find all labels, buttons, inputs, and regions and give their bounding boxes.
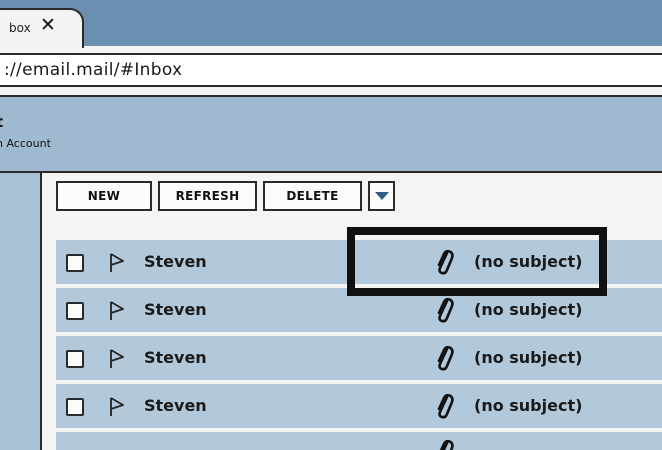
address-bar[interactable]: ://email.mail/#Inbox [0, 53, 662, 87]
attachment-icon [437, 393, 454, 419]
folder-sidebar [0, 173, 42, 450]
email-subject: (no subject) [474, 348, 583, 367]
email-sender: Steven [144, 300, 207, 319]
email-row[interactable] [56, 432, 662, 450]
email-checkbox[interactable] [66, 350, 84, 368]
browser-tab[interactable]: box ✕ [0, 8, 84, 48]
close-tab-icon[interactable]: ✕ [40, 16, 56, 35]
url-text: ://email.mail/#Inbox [4, 60, 183, 80]
highlight-annotation [347, 227, 607, 296]
attachment-icon [439, 439, 454, 450]
flag-icon[interactable] [106, 348, 128, 370]
email-sender: Steven [144, 252, 207, 271]
account-label: h Account [0, 137, 51, 150]
app-header: t h Account [0, 95, 662, 173]
app-title: t [0, 113, 3, 131]
flag-icon[interactable] [106, 252, 128, 274]
attachment-icon [437, 297, 454, 323]
email-sender: Steven [144, 348, 207, 367]
email-checkbox[interactable] [66, 398, 84, 416]
tab-label: box [9, 21, 31, 35]
flag-icon[interactable] [106, 396, 128, 418]
chevron-down-icon [375, 192, 389, 200]
email-client-window: box ✕ ://email.mail/#Inbox t h Account N… [0, 0, 662, 450]
email-checkbox[interactable] [66, 302, 84, 320]
email-row[interactable]: Steven (no subject) [56, 336, 662, 380]
email-row[interactable]: Steven (no subject) [56, 384, 662, 428]
flag-icon[interactable] [106, 300, 128, 322]
new-button[interactable]: NEW [56, 181, 152, 211]
tab-strip: box ✕ [0, 0, 662, 48]
email-subject: (no subject) [474, 300, 583, 319]
more-actions-dropdown[interactable] [368, 181, 395, 211]
email-checkbox[interactable] [66, 254, 84, 272]
attachment-icon [437, 345, 454, 371]
email-sender: Steven [144, 396, 207, 415]
delete-button[interactable]: DELETE [263, 181, 362, 211]
email-subject: (no subject) [474, 396, 583, 415]
refresh-button[interactable]: REFRESH [158, 181, 257, 211]
